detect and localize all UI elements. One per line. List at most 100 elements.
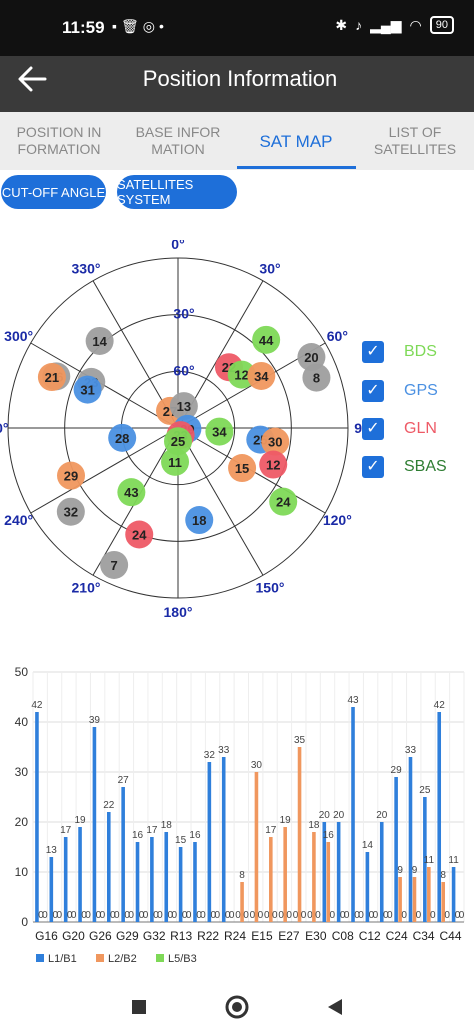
- satellite-id: 34: [212, 425, 227, 440]
- x-tick-label: E15: [251, 929, 273, 943]
- bar-L1/B1: [336, 822, 341, 922]
- satellite-id: 43: [124, 485, 138, 500]
- bar-value-label: 0: [157, 910, 163, 921]
- satellites-system-button[interactable]: SATELLITES SYSTEM: [117, 175, 237, 209]
- bar-L1/B1: [379, 822, 384, 922]
- bds-checkbox[interactable]: ✓: [362, 341, 384, 363]
- bar-value-label: 32: [204, 750, 216, 761]
- satellite-id: 18: [192, 513, 206, 528]
- x-tick-label: R24: [224, 929, 246, 943]
- y-tick-label: 50: [15, 665, 29, 679]
- bar-value-label: 0: [444, 910, 450, 921]
- satellite-id: 29: [64, 469, 78, 484]
- bar-L1/B1: [164, 832, 169, 922]
- bar-value-label: 0: [358, 910, 364, 921]
- home-circle-icon[interactable]: [222, 993, 252, 1023]
- satellite-id: 8: [313, 371, 320, 386]
- bar-value-label: 0: [143, 910, 149, 921]
- bar-value-label: 17: [146, 825, 158, 836]
- bar-value-label: 19: [280, 815, 292, 826]
- x-tick-label: R22: [197, 929, 219, 943]
- tab-sat-map[interactable]: SAT MAP: [237, 112, 355, 170]
- satellite-id: 11: [168, 455, 182, 470]
- bar-value-label: 15: [175, 835, 187, 846]
- dot-icon: •: [158, 18, 168, 34]
- bar-value-label: 13: [46, 845, 58, 856]
- cutoff-angle-button[interactable]: CUT-OFF ANGLE: [1, 175, 106, 209]
- gln-label: GLN: [404, 420, 437, 437]
- azimuth-label: 30°: [259, 261, 280, 277]
- satellite-marker: 24: [269, 487, 298, 516]
- sbas-label: SBAS: [404, 458, 447, 475]
- x-tick-label: G20: [62, 929, 85, 943]
- bar-L1/B1: [221, 757, 226, 922]
- elevation-label: 60°: [173, 362, 194, 378]
- satellite-id: 12: [234, 368, 248, 383]
- bar-value-label: 43: [347, 695, 359, 706]
- gps-checkbox[interactable]: ✓: [362, 380, 384, 402]
- bar-value-label: 0: [286, 910, 292, 921]
- back-triangle-icon[interactable]: [320, 993, 350, 1023]
- bar-value-label: 17: [265, 825, 277, 836]
- y-tick-label: 10: [15, 865, 29, 879]
- satellite-id: 25: [171, 434, 185, 449]
- bar-value-label: 8: [440, 870, 446, 881]
- recents-square-icon[interactable]: [124, 993, 154, 1023]
- bar-value-label: 0: [301, 910, 307, 921]
- bar-value-label: 0: [215, 910, 221, 921]
- bar-value-label: 19: [74, 815, 86, 826]
- satellite-id: 15: [235, 461, 249, 476]
- tab-list-of-satellites[interactable]: LIST OF SATELLITES: [356, 112, 474, 170]
- satellite-id: 7: [111, 558, 118, 573]
- azimuth-label: 300°: [4, 328, 33, 344]
- bar-value-label: 33: [218, 745, 230, 756]
- active-tab-indicator: [237, 166, 356, 169]
- satellite-id: 24: [276, 495, 291, 510]
- bar-value-label: 0: [200, 910, 206, 921]
- x-tick-label: C08: [332, 929, 354, 943]
- sbas-checkbox[interactable]: ✓: [362, 456, 384, 478]
- bar-L1/B1: [92, 727, 97, 922]
- bar-L2/B2: [283, 827, 287, 922]
- elevation-label: 30°: [173, 306, 194, 322]
- satellite-marker: 34: [247, 361, 276, 390]
- gln-checkbox[interactable]: ✓: [362, 418, 384, 440]
- app-bar: Position Information: [0, 56, 474, 112]
- satellite-marker: 8: [302, 363, 331, 392]
- bar-L1/B1: [437, 712, 442, 922]
- bar-value-label: 0: [430, 910, 436, 921]
- bar-value-label: 11: [424, 855, 435, 866]
- bar-value-label: 0: [171, 910, 177, 921]
- bar-L1/B1: [408, 757, 413, 922]
- bar-value-label: 14: [362, 840, 374, 851]
- bar-value-label: 30: [251, 760, 263, 771]
- bar-L1/B1: [35, 712, 39, 922]
- trash-icon: 🗑: [120, 18, 143, 34]
- bluetooth-icon: ✱: [335, 16, 348, 33]
- satellite-marker: 44: [252, 325, 281, 354]
- satellite-marker: 21: [37, 363, 66, 392]
- spoke-150: [177, 427, 264, 576]
- tab-base-information[interactable]: BASE INFOR MATION: [119, 112, 237, 170]
- signal-icon: ▂▄▆: [370, 16, 402, 33]
- legend-swatch: [96, 954, 104, 962]
- bar-value-label: 22: [103, 800, 115, 811]
- satellite-marker: 34: [205, 417, 234, 446]
- legend-label: L2/B2: [108, 953, 137, 965]
- bar-L2/B2: [312, 832, 316, 922]
- spoke-240: [30, 427, 179, 514]
- satellite-marker: 15: [228, 454, 257, 483]
- bds-label: BDS: [404, 343, 437, 360]
- bar-L2/B2: [254, 772, 259, 922]
- legend-swatch: [156, 954, 164, 962]
- satellite-marker: 12: [259, 450, 288, 479]
- bar-value-label: 20: [333, 810, 345, 821]
- screen: 11:59 ▪🗑◎• ✱ ♪ ▂▄▆ ◠ 90 Position Informa…: [0, 0, 474, 1027]
- tab-position-information[interactable]: POSITION IN FORMATION: [0, 112, 118, 170]
- bar-value-label: 20: [376, 810, 388, 821]
- bar-value-label: 33: [405, 745, 417, 756]
- bar-value-label: 0: [344, 910, 350, 921]
- legend-label: L1/B1: [48, 953, 77, 965]
- bar-value-label: 39: [89, 715, 101, 726]
- satellite-id: 28: [115, 431, 129, 446]
